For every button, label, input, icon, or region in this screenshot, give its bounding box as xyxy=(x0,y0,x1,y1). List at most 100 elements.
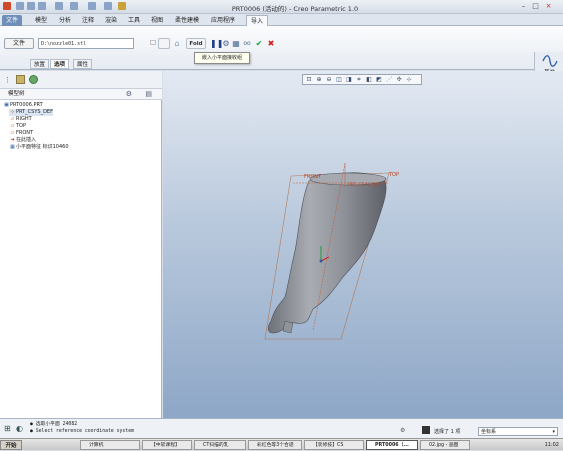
tree-item-right[interactable]: ▱ RIGHT xyxy=(9,116,32,123)
ribbon-tabs: 文件 模型 分析 注释 渲染 工具 视图 柔性建模 应用程序 导入 xyxy=(0,14,563,26)
redo-icon[interactable] xyxy=(70,2,78,10)
windows-icon[interactable] xyxy=(104,2,112,10)
cancel-x-icon[interactable]: ✖ xyxy=(266,38,276,49)
tree-filter-icon[interactable]: ▤ xyxy=(145,89,152,100)
tree-item-label: TOP xyxy=(16,123,27,129)
model-outlet xyxy=(282,320,294,334)
lock-icon[interactable]: ⌂ xyxy=(172,38,182,49)
tab-render[interactable]: 渲染 xyxy=(101,15,121,26)
chevron-down-icon: ▾ xyxy=(552,429,555,435)
tab-tools[interactable]: 工具 xyxy=(124,15,144,26)
tree-icon[interactable]: ⋮ xyxy=(4,76,11,84)
open-file-icon[interactable] xyxy=(27,2,35,10)
tree-item-facet-feature[interactable]: ▦小平面特征 标识10460 xyxy=(9,144,69,151)
tree-item-label: 小平面特征 标识10460 xyxy=(16,144,69,150)
clock: 11:02 xyxy=(544,442,559,448)
regenerate-icon[interactable] xyxy=(88,2,96,10)
favorites-icon[interactable] xyxy=(29,75,38,84)
tab-placement[interactable]: 放置 xyxy=(30,59,50,69)
tab-view[interactable]: 视图 xyxy=(147,15,167,26)
tooltip: 嵌入小平面接收组 xyxy=(194,52,250,64)
status-bar: ⊞ ◐ ● 选取小平面 24082 ● Select reference coo… xyxy=(0,418,563,438)
task-paint[interactable]: 02.jpg - 画图 xyxy=(420,440,470,450)
graphics-viewport[interactable]: ⊡ ⊕ ⊖ ◫ ◨ ⌗ ◧ ◩ ⋰ ✣ ⊹ FRONT TOP PRT_CSYS… xyxy=(163,71,563,418)
task-ct-scan[interactable]: CT扫描的乳 xyxy=(194,440,246,450)
window-title: PRT0006 (活动的) - Creo Parametric 1.0 xyxy=(231,5,359,13)
model-tree-toolbar: ⋮ xyxy=(0,71,162,89)
facet-option-button[interactable] xyxy=(158,38,170,49)
model-tree-panel: ⋮ 模型树 ⚙ ▤ ▣PRT0006.PRT ⊹PRT_CSYS_DEF ▱ RI… xyxy=(0,71,162,418)
fold-button[interactable]: Fold xyxy=(186,38,206,49)
label-top: TOP xyxy=(389,172,400,178)
task-course[interactable]: 【中软课程】 xyxy=(142,440,192,450)
tree-item-csys[interactable]: ⊹PRT_CSYS_DEF xyxy=(9,109,53,116)
tree-item-label: 在此插入 xyxy=(16,137,37,143)
tree-settings-icon[interactable]: ⚙ xyxy=(126,89,132,100)
tab-file[interactable]: 文件 xyxy=(2,15,23,26)
model-canvas xyxy=(264,162,390,340)
selection-filter-icon[interactable] xyxy=(422,426,430,434)
glasses-icon[interactable]: oo xyxy=(242,38,252,49)
undo-icon[interactable] xyxy=(55,2,63,10)
app-logo-icon xyxy=(3,2,11,10)
maximize-icon[interactable]: □ xyxy=(530,2,541,11)
minimize-icon[interactable]: – xyxy=(518,2,529,11)
tab-flexible-modeling[interactable]: 柔性建模 xyxy=(171,15,203,26)
model-tree-header: 模型树 ⚙ ▤ xyxy=(0,89,162,100)
checkbox-icon[interactable]: ☐ xyxy=(148,38,158,49)
model-tree-title: 模型树 xyxy=(8,91,25,97)
panel-tabs: 放置 选项 属性 xyxy=(0,59,110,69)
file-path-field[interactable]: D:\nozzle01.stl xyxy=(38,38,134,49)
confirm-check-icon[interactable]: ✔ xyxy=(254,38,264,49)
start-button[interactable]: 开始 xyxy=(0,440,22,450)
browser-icon[interactable]: ◐ xyxy=(16,424,23,433)
file-button[interactable]: 文件 xyxy=(4,38,34,49)
tab-properties[interactable]: 属性 xyxy=(73,59,93,69)
tree-item-label: FRONT xyxy=(16,130,34,136)
task-creo[interactable]: PRT0006（... xyxy=(366,440,418,450)
tree-item-front[interactable]: ▱ FRONT xyxy=(9,130,34,137)
close-window-icon[interactable] xyxy=(118,2,126,10)
label-front: FRONT xyxy=(304,174,322,180)
datum-curve-icon xyxy=(542,55,558,67)
settings-icon[interactable]: ⚙ xyxy=(400,427,405,434)
tab-annotate[interactable]: 注释 xyxy=(78,15,98,26)
tree-item-top[interactable]: ▱ TOP xyxy=(9,123,26,130)
nozzle-model[interactable] xyxy=(267,172,387,334)
task-rainbow[interactable]: 彩红色等3个合适 xyxy=(248,440,302,450)
navigator-icon[interactable]: ⊞ xyxy=(4,424,11,433)
close-icon[interactable]: × xyxy=(543,2,554,11)
csys-icon: ⊹ xyxy=(10,109,15,115)
title-bar: PRT0006 (活动的) - Creo Parametric 1.0 – □ … xyxy=(0,0,563,14)
filter-select[interactable]: 坐标系 ▾ xyxy=(478,427,558,436)
taskbar: 开始 计算机 【中软课程】 CT扫描的乳 彩红色等3个合适 【装修技】CS PR… xyxy=(0,438,563,450)
tree-item-insert-here[interactable]: ➜在此插入 xyxy=(9,137,36,144)
facet-preview-icon[interactable]: ▦ xyxy=(231,38,241,49)
task-decor[interactable]: 【装修技】CS xyxy=(304,440,364,450)
preview-icon[interactable]: ⚙ xyxy=(221,38,231,49)
tree-item-root[interactable]: ▣PRT0006.PRT xyxy=(3,102,43,109)
task-computer[interactable]: 计算机 xyxy=(80,440,140,450)
save-icon[interactable] xyxy=(38,2,46,10)
tree-item-label: PRT_CSYS_DEF xyxy=(16,109,53,115)
pause-icon[interactable]: ❚❚ xyxy=(210,38,223,49)
datum-plane-icon: ▱ xyxy=(10,130,15,136)
csys-origin xyxy=(319,259,323,263)
tree-item-label: PRT0006.PRT xyxy=(10,102,43,108)
status-message-2: ● Select reference coordinate system xyxy=(30,429,134,434)
tab-options[interactable]: 选项 xyxy=(50,59,70,69)
datum-plane-icon: ▱ xyxy=(10,123,15,129)
tab-import[interactable]: 导入 xyxy=(246,15,269,26)
tree-item-label: RIGHT xyxy=(16,116,32,122)
filter-value: 坐标系 xyxy=(481,429,497,435)
layers-icon[interactable] xyxy=(16,75,25,84)
tab-analysis[interactable]: 分析 xyxy=(55,15,75,26)
insert-arrow-icon: ➜ xyxy=(10,137,15,143)
datum-plane-icon: ▱ xyxy=(10,116,15,122)
facet-feature-icon: ▦ xyxy=(10,144,15,150)
tab-model[interactable]: 模型 xyxy=(31,15,51,26)
new-file-icon[interactable] xyxy=(16,2,24,10)
part-icon: ▣ xyxy=(4,102,9,108)
label-csys: PRT_CSYS_DEF xyxy=(348,183,382,188)
tab-applications[interactable]: 应用程序 xyxy=(207,15,239,26)
